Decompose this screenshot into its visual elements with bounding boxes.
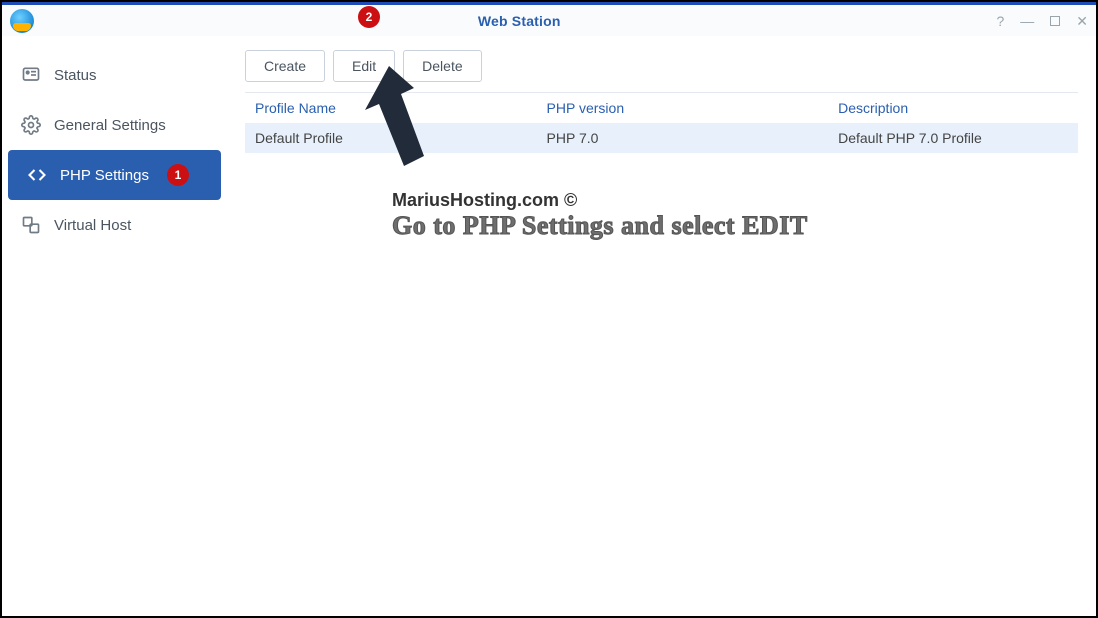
cell-description: Default PHP 7.0 Profile (828, 123, 1078, 153)
maximize-icon[interactable] (1050, 14, 1060, 28)
col-header-description[interactable]: Description (828, 93, 1078, 123)
annotation-badge-2: 2 (358, 6, 380, 28)
profiles-table: Profile Name PHP version Description Def… (245, 92, 1078, 153)
table-header-row: Profile Name PHP version Description (245, 93, 1078, 123)
cell-profile-name: Default Profile (245, 123, 537, 153)
status-icon (20, 64, 42, 86)
close-icon[interactable]: ✕ (1076, 14, 1088, 28)
sidebar-item-status[interactable]: Status (2, 50, 227, 100)
toolbar: Create Edit Delete (245, 50, 1078, 82)
code-icon (26, 164, 48, 186)
table-row[interactable]: Default Profile PHP 7.0 Default PHP 7.0 … (245, 123, 1078, 153)
virtual-host-icon (20, 214, 42, 236)
cell-php-version: PHP 7.0 (537, 123, 829, 153)
delete-button[interactable]: Delete (403, 50, 481, 82)
window-controls: ? — ✕ (996, 14, 1088, 28)
edit-button[interactable]: Edit (333, 50, 395, 82)
gear-icon (20, 114, 42, 136)
col-header-php-version[interactable]: PHP version (537, 93, 829, 123)
col-header-profile-name[interactable]: Profile Name (245, 93, 537, 123)
sidebar-item-virtual-host[interactable]: Virtual Host (2, 200, 227, 250)
window-title: Web Station (42, 13, 996, 29)
sidebar-item-general-settings[interactable]: General Settings (2, 100, 227, 150)
titlebar: Web Station ? — ✕ (2, 2, 1096, 36)
sidebar-item-label: General Settings (54, 117, 166, 134)
main-panel: Create Edit Delete Profile Name PHP vers… (227, 36, 1096, 616)
sidebar-item-label: PHP Settings (60, 167, 149, 184)
sidebar: Status General Settings (2, 36, 227, 616)
help-icon[interactable]: ? (996, 14, 1004, 28)
minimize-icon[interactable]: — (1020, 14, 1034, 28)
create-button[interactable]: Create (245, 50, 325, 82)
sidebar-item-label: Virtual Host (54, 217, 131, 234)
sidebar-item-label: Status (54, 67, 97, 84)
sidebar-item-php-settings[interactable]: PHP Settings 1 (8, 150, 221, 200)
app-icon (10, 9, 34, 33)
annotation-badge-1: 1 (167, 164, 189, 186)
